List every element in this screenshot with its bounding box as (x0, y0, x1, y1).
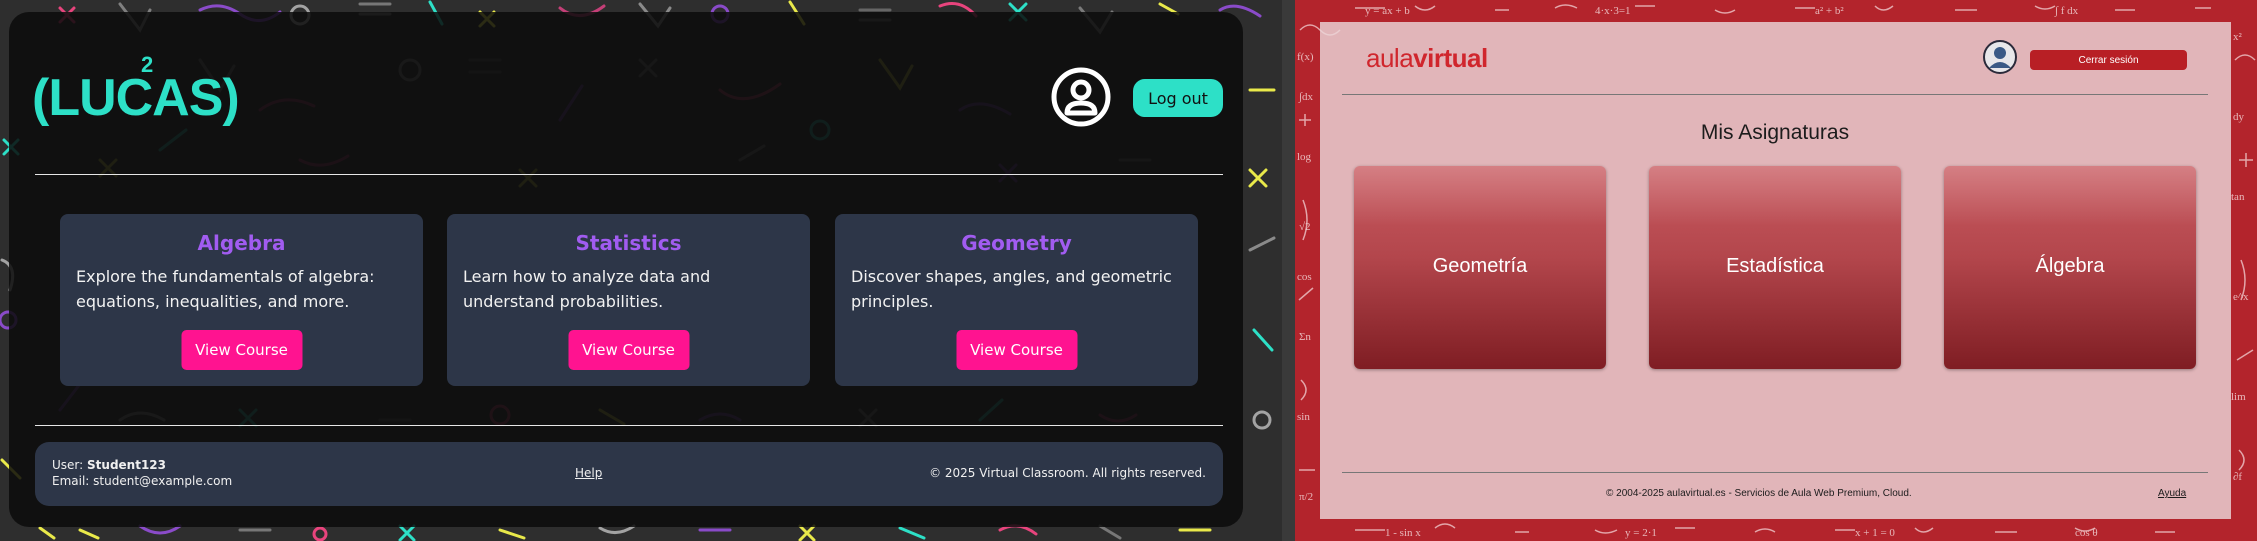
svg-text:f(x): f(x) (1297, 51, 1314, 63)
user-circle-icon[interactable] (1050, 66, 1112, 128)
course-description: Learn how to analyze data and understand… (463, 267, 711, 311)
course-title: Algebra (197, 231, 286, 255)
svg-text:∂f: ∂f (2233, 471, 2242, 483)
view-course-button[interactable]: View Course (568, 330, 689, 370)
help-link[interactable]: Help (575, 466, 602, 480)
svg-text:y = 2·1: y = 2·1 (1625, 527, 1657, 539)
course-card-statistics: Statistics Learn how to analyze data and… (447, 214, 810, 386)
course-description: Explore the fundamentals of algebra: equ… (76, 267, 375, 311)
footer-divider (1342, 472, 2208, 473)
svg-text:tan: tan (2231, 191, 2245, 203)
footer-email: Email: student@example.com (52, 474, 232, 488)
svg-text:∫ f dx: ∫ f dx (2054, 5, 2079, 17)
view-course-button[interactable]: View Course (181, 330, 302, 370)
page-title: Mis Asignaturas (1700, 121, 1850, 144)
subject-card-estadistica[interactable]: Estadística (1649, 166, 1901, 369)
subject-name: Geometría (1432, 255, 1528, 277)
logo-part-virtual: virtual (1413, 43, 1488, 73)
svg-text:log: log (1297, 151, 1312, 163)
pane-divider (1282, 0, 1295, 541)
svg-text:4·x·3=1: 4·x·3=1 (1595, 5, 1631, 17)
logo-part-aula: aula (1366, 43, 1414, 73)
svg-text:a² + b²: a² + b² (1815, 5, 1844, 17)
lucas-logo[interactable]: (LUCAS) 2 (28, 48, 240, 128)
course-card-geometry: Geometry Discover shapes, angles, and ge… (835, 214, 1198, 386)
logo-superscript: 2 (141, 52, 154, 77)
username: Student123 (87, 458, 166, 472)
svg-text:cos: cos (1297, 271, 1312, 283)
svg-text:√2: √2 (1299, 221, 1311, 233)
svg-text:lim: lim (2231, 391, 2246, 403)
help-link[interactable]: Ayuda (2158, 488, 2186, 499)
svg-text:π/2: π/2 (1299, 491, 1313, 503)
logout-button[interactable]: Cerrar sesión (2030, 50, 2187, 70)
svg-text:dy: dy (2233, 111, 2245, 123)
card-shine (1944, 166, 2196, 226)
svg-text:cos θ: cos θ (2075, 527, 2098, 539)
footer: User: Student123 Email: student@example.… (35, 442, 1223, 506)
svg-text:1 - sin x: 1 - sin x (1385, 527, 1421, 539)
course-card-algebra: Algebra Explore the fundamentals of alge… (60, 214, 423, 386)
subject-name: Álgebra (2035, 255, 2105, 277)
svg-text:y = ax + b: y = ax + b (1365, 5, 1410, 17)
user-avatar-icon[interactable] (1982, 39, 2018, 75)
footer-divider (35, 425, 1223, 426)
svg-text:e^x: e^x (2233, 291, 2249, 303)
card-shine (1649, 166, 1901, 226)
svg-text:∫dx: ∫dx (1298, 91, 1314, 103)
header-divider (35, 174, 1223, 175)
subject-name: Estadística (1726, 255, 1824, 277)
svg-text:Σn: Σn (1299, 331, 1311, 343)
subject-card-geometria[interactable]: Geometría (1354, 166, 1606, 369)
copyright: © 2004-2025 aulavirtual.es - Servicios d… (1606, 488, 1912, 499)
svg-text:x²: x² (2233, 31, 2243, 43)
email-value: student@example.com (93, 474, 233, 488)
user-label: User: (52, 458, 84, 472)
svg-text:sin: sin (1297, 411, 1310, 423)
aulavirtual-logo[interactable]: aulavirtual (1366, 43, 1488, 74)
card-shine (1354, 166, 1606, 226)
course-title: Statistics (575, 231, 682, 255)
email-label: Email: (52, 474, 90, 488)
course-description: Discover shapes, angles, and geometric p… (851, 267, 1172, 311)
footer-user: User: Student123 (52, 458, 166, 472)
course-title: Geometry (961, 231, 1072, 255)
copyright: © 2025 Virtual Classroom. All rights res… (929, 466, 1206, 480)
subject-card-algebra[interactable]: Álgebra (1944, 166, 2196, 369)
logo-text: (LUCAS) (32, 69, 240, 127)
left-app-window: (LUCAS) 2 Log out Algebra Explore the fu… (0, 0, 1282, 541)
header-divider (1342, 94, 2208, 95)
view-course-button[interactable]: View Course (956, 330, 1077, 370)
logout-button[interactable]: Log out (1133, 79, 1223, 117)
svg-text:x + 1 = 0: x + 1 = 0 (1855, 527, 1895, 539)
